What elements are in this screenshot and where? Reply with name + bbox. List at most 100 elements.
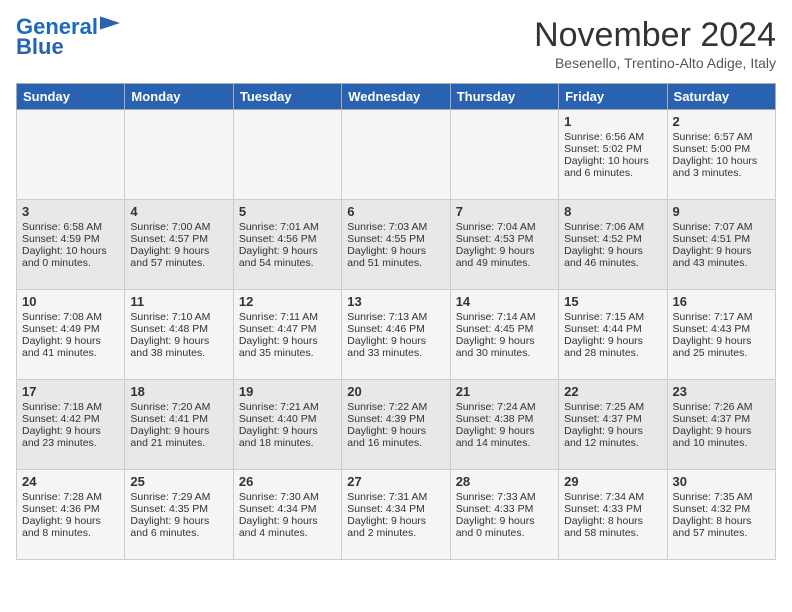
calendar-cell: [17, 110, 125, 200]
cell-info: Sunset: 4:44 PM: [564, 323, 661, 335]
calendar-cell: [450, 110, 558, 200]
cell-info: Sunset: 4:33 PM: [456, 503, 553, 515]
cell-info: Sunset: 4:36 PM: [22, 503, 119, 515]
day-number: 10: [22, 294, 119, 309]
cell-info: Sunset: 4:32 PM: [673, 503, 770, 515]
day-number: 25: [130, 474, 227, 489]
calendar-cell: 12Sunrise: 7:11 AMSunset: 4:47 PMDayligh…: [233, 290, 341, 380]
cell-info: Sunset: 4:59 PM: [22, 233, 119, 245]
cell-info: Sunset: 4:41 PM: [130, 413, 227, 425]
cell-info: Sunrise: 7:14 AM: [456, 311, 553, 323]
cell-info: Daylight: 9 hours and 0 minutes.: [456, 515, 553, 539]
cell-info: Sunrise: 7:13 AM: [347, 311, 444, 323]
cell-info: Sunset: 4:56 PM: [239, 233, 336, 245]
cell-info: Sunset: 4:35 PM: [130, 503, 227, 515]
cell-info: Sunset: 4:34 PM: [239, 503, 336, 515]
cell-info: Daylight: 9 hours and 57 minutes.: [130, 245, 227, 269]
cell-info: Sunset: 4:48 PM: [130, 323, 227, 335]
month-title: November 2024: [534, 16, 776, 55]
cell-info: Daylight: 9 hours and 30 minutes.: [456, 335, 553, 359]
cell-info: Daylight: 9 hours and 35 minutes.: [239, 335, 336, 359]
calendar-table: SundayMondayTuesdayWednesdayThursdayFrid…: [16, 83, 776, 560]
cell-info: Sunrise: 6:56 AM: [564, 131, 661, 143]
calendar-cell: 5 Sunrise: 7:01 AMSunset: 4:56 PMDaylight…: [233, 200, 341, 290]
cell-info: Sunrise: 7:08 AM: [22, 311, 119, 323]
cell-info: Sunset: 4:57 PM: [130, 233, 227, 245]
week-row-3: 10Sunrise: 7:08 AMSunset: 4:49 PMDayligh…: [17, 290, 776, 380]
cell-info: Sunrise: 6:57 AM: [673, 131, 770, 143]
week-row-2: 3Sunrise: 6:58 AMSunset: 4:59 PMDaylight…: [17, 200, 776, 290]
cell-info: Sunset: 4:37 PM: [673, 413, 770, 425]
calendar-cell: 14Sunrise: 7:14 AMSunset: 4:45 PMDayligh…: [450, 290, 558, 380]
cell-info: Daylight: 9 hours and 43 minutes.: [673, 245, 770, 269]
cell-info: Sunset: 5:00 PM: [673, 143, 770, 155]
cell-info: Sunrise: 7:31 AM: [347, 491, 444, 503]
week-row-4: 17Sunrise: 7:18 AMSunset: 4:42 PMDayligh…: [17, 380, 776, 470]
day-number: 2: [673, 114, 770, 129]
cell-info: Daylight: 9 hours and 38 minutes.: [130, 335, 227, 359]
calendar-cell: 15 Sunrise: 7:15 AMSunset: 4:44 PMDayligh…: [559, 290, 667, 380]
day-number: 14: [456, 294, 553, 309]
calendar-cell: 28Sunrise: 7:33 AMSunset: 4:33 PMDayligh…: [450, 470, 558, 560]
calendar-cell: 25Sunrise: 7:29 AMSunset: 4:35 PMDayligh…: [125, 470, 233, 560]
cell-info: Sunset: 4:49 PM: [22, 323, 119, 335]
cell-info: Daylight: 9 hours and 54 minutes.: [239, 245, 336, 269]
cell-info: Daylight: 9 hours and 33 minutes.: [347, 335, 444, 359]
header-friday: Friday: [559, 84, 667, 110]
day-number: 13: [347, 294, 444, 309]
day-number: 20: [347, 384, 444, 399]
cell-info: Sunset: 4:47 PM: [239, 323, 336, 335]
cell-info: Sunrise: 7:15 AM: [564, 311, 661, 323]
day-number: 16: [673, 294, 770, 309]
cell-info: Sunset: 4:43 PM: [673, 323, 770, 335]
day-number: 5: [239, 204, 336, 219]
cell-info: Sunrise: 7:01 AM: [239, 221, 336, 233]
calendar-cell: 3Sunrise: 6:58 AMSunset: 4:59 PMDaylight…: [17, 200, 125, 290]
cell-info: Sunset: 4:38 PM: [456, 413, 553, 425]
calendar-cell: 4Sunrise: 7:00 AMSunset: 4:57 PMDaylight…: [125, 200, 233, 290]
header-tuesday: Tuesday: [233, 84, 341, 110]
calendar-cell: 24Sunrise: 7:28 AMSunset: 4:36 PMDayligh…: [17, 470, 125, 560]
cell-info: Sunrise: 7:35 AM: [673, 491, 770, 503]
cell-info: Daylight: 9 hours and 51 minutes.: [347, 245, 444, 269]
calendar-cell: 29Sunrise: 7:34 AMSunset: 4:33 PMDayligh…: [559, 470, 667, 560]
cell-info: Sunrise: 7:29 AM: [130, 491, 227, 503]
cell-info: Daylight: 10 hours and 0 minutes.: [22, 245, 119, 269]
calendar-cell: 16Sunrise: 7:17 AMSunset: 4:43 PMDayligh…: [667, 290, 775, 380]
cell-info: Daylight: 9 hours and 28 minutes.: [564, 335, 661, 359]
cell-info: Daylight: 9 hours and 12 minutes.: [564, 425, 661, 449]
day-number: 7: [456, 204, 553, 219]
logo-arrow-icon: [100, 16, 120, 30]
cell-info: Daylight: 9 hours and 49 minutes.: [456, 245, 553, 269]
header-saturday: Saturday: [667, 84, 775, 110]
day-number: 29: [564, 474, 661, 489]
day-number: 17: [22, 384, 119, 399]
cell-info: Daylight: 9 hours and 23 minutes.: [22, 425, 119, 449]
cell-info: Sunrise: 7:33 AM: [456, 491, 553, 503]
cell-info: Sunset: 4:53 PM: [456, 233, 553, 245]
cell-info: Sunset: 4:42 PM: [22, 413, 119, 425]
header-monday: Monday: [125, 84, 233, 110]
cell-info: Sunrise: 7:30 AM: [239, 491, 336, 503]
day-number: 15: [564, 294, 661, 309]
cell-info: Sunrise: 7:07 AM: [673, 221, 770, 233]
day-number: 21: [456, 384, 553, 399]
cell-info: Sunset: 4:55 PM: [347, 233, 444, 245]
location-title: Besenello, Trentino-Alto Adige, Italy: [534, 55, 776, 71]
calendar-cell: [233, 110, 341, 200]
logo: General Blue: [16, 16, 120, 58]
cell-info: Daylight: 9 hours and 16 minutes.: [347, 425, 444, 449]
cell-info: Daylight: 9 hours and 18 minutes.: [239, 425, 336, 449]
calendar-cell: 26Sunrise: 7:30 AMSunset: 4:34 PMDayligh…: [233, 470, 341, 560]
header: General Blue November 2024 Besenello, Tr…: [16, 16, 776, 71]
cell-info: Sunset: 4:51 PM: [673, 233, 770, 245]
day-number: 27: [347, 474, 444, 489]
cell-info: Sunrise: 7:18 AM: [22, 401, 119, 413]
cell-info: Daylight: 9 hours and 10 minutes.: [673, 425, 770, 449]
cell-info: Sunrise: 7:24 AM: [456, 401, 553, 413]
cell-info: Sunrise: 7:28 AM: [22, 491, 119, 503]
cell-info: Sunrise: 6:58 AM: [22, 221, 119, 233]
cell-info: Daylight: 9 hours and 41 minutes.: [22, 335, 119, 359]
cell-info: Sunset: 4:39 PM: [347, 413, 444, 425]
cell-info: Sunrise: 7:04 AM: [456, 221, 553, 233]
